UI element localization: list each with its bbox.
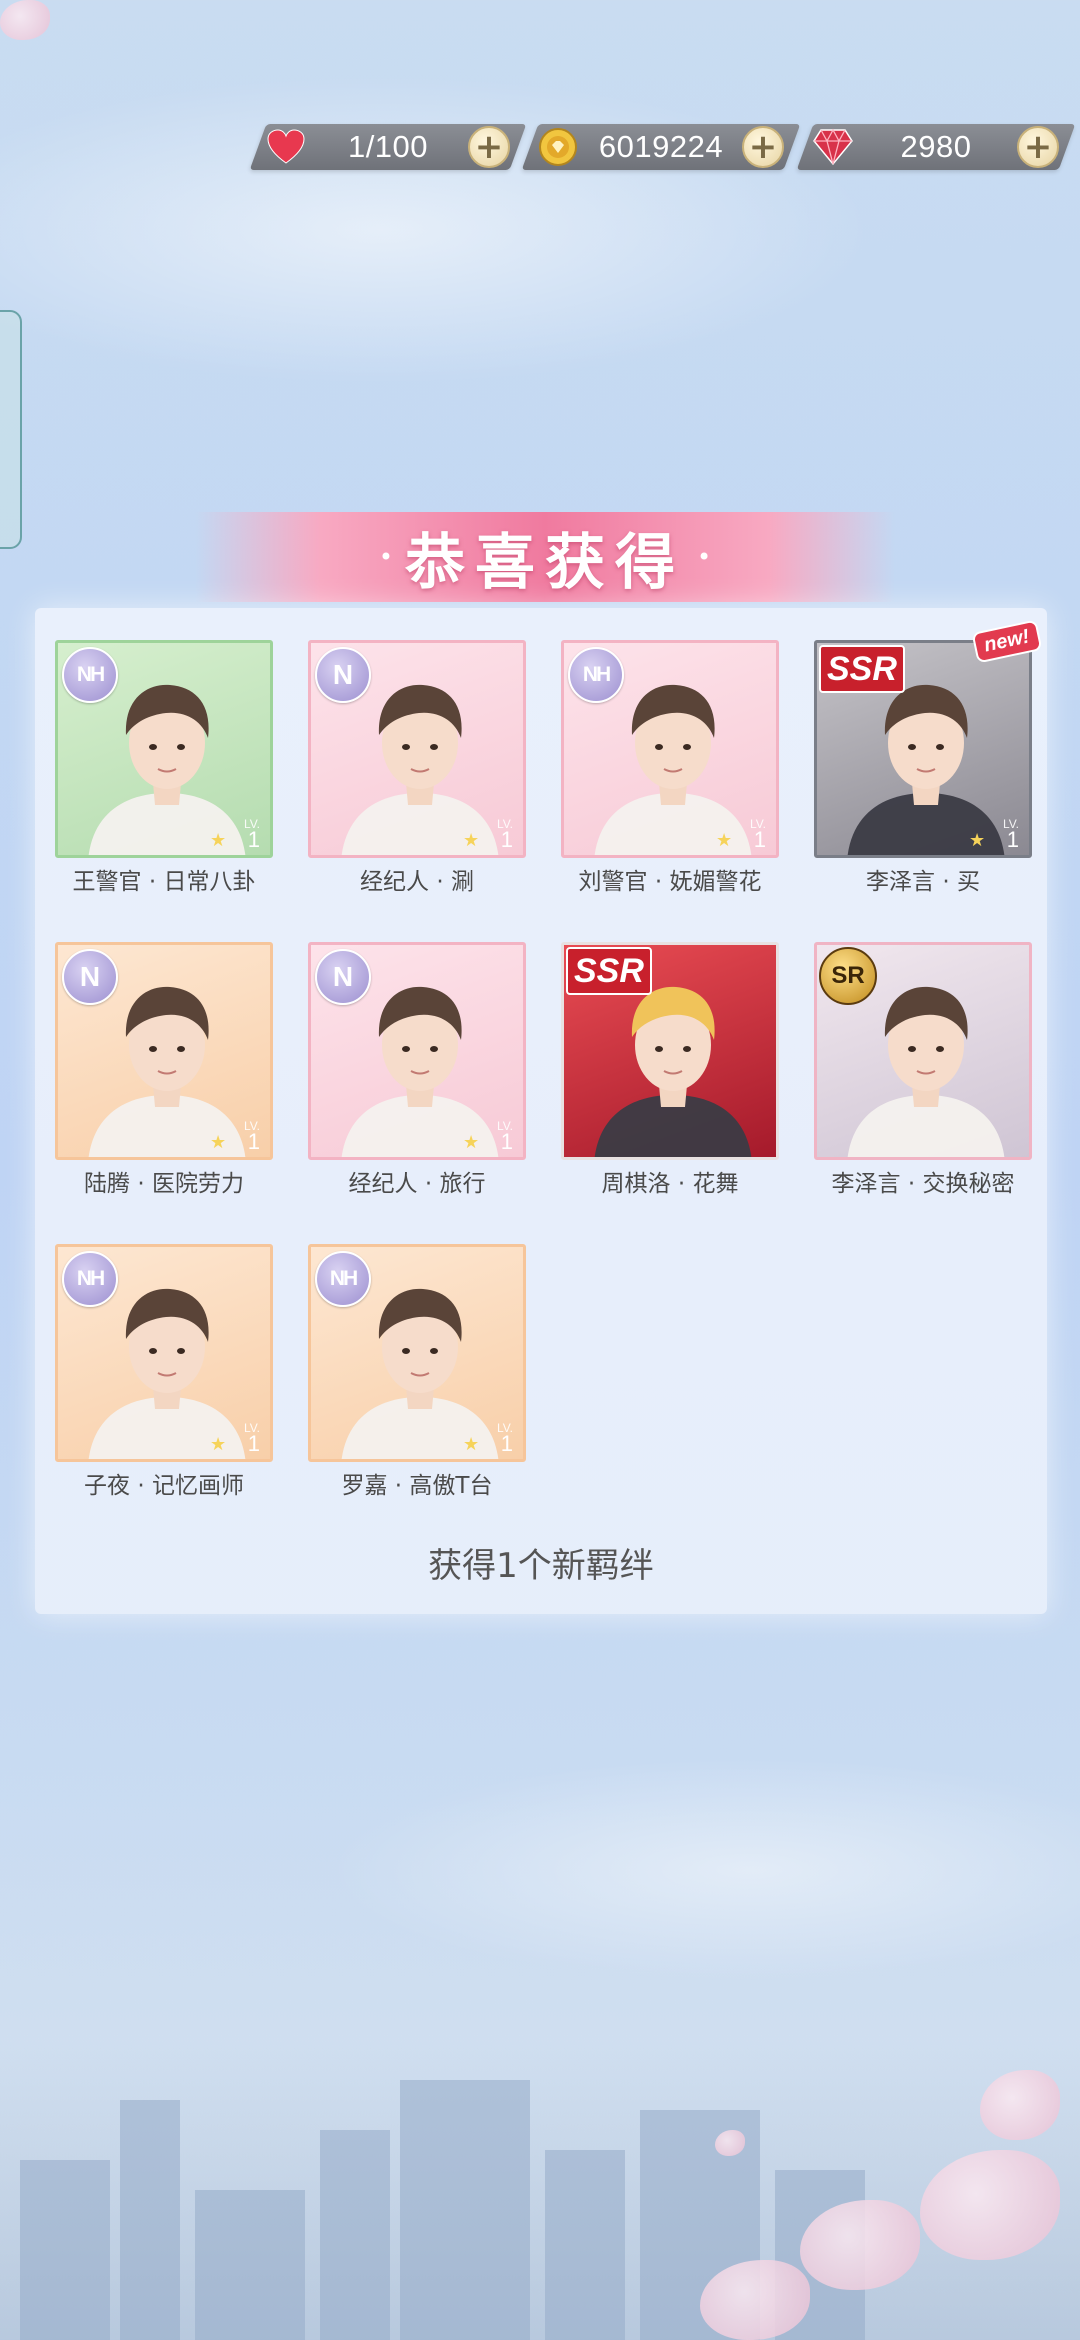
gold-bar: 6019224 + (521, 124, 801, 170)
side-pull-tab[interactable] (0, 310, 22, 549)
star-icon: ★ (210, 1132, 227, 1152)
star-icon: ★ (210, 1434, 227, 1454)
heart-icon (264, 125, 308, 169)
level-indicator: ★ LV. 1 (459, 817, 519, 853)
add-gold-button[interactable]: + (742, 126, 784, 168)
card-portrait: NH ★ LV. 1 (55, 1244, 273, 1462)
gold-coin-icon (536, 125, 580, 169)
level-indicator: ★ LV. 1 (459, 1119, 519, 1155)
rarity-badge-nh: NH (568, 647, 624, 703)
level-value: 1 (247, 827, 260, 852)
card-name: 李泽言 · 交换秘密 (831, 1171, 1015, 1197)
card-portrait: N ★ LV. 1 (55, 942, 273, 1160)
character-card[interactable]: NH ★ LV. 1 子夜 · 记忆画师 (55, 1244, 273, 1500)
card-portrait: NH ★ LV. 1 (308, 1244, 526, 1462)
rarity-badge-n: N (62, 949, 118, 1005)
star-icon: ★ (210, 830, 227, 850)
rarity-badge-nh: NH (315, 1251, 371, 1307)
level-indicator: ★ LV. 1 (206, 817, 266, 853)
card-portrait: N ★ LV. 1 (308, 942, 526, 1160)
level-indicator: ★ LV. 1 (459, 1421, 519, 1457)
new-bond-text: 获得1个新羁绊 (428, 1546, 654, 1586)
card-name: 周棋洛 · 花舞 (601, 1171, 739, 1197)
star-icon: ★ (463, 830, 480, 850)
character-card[interactable]: N ★ LV. 1 经纪人 · 旅行 (308, 942, 526, 1198)
level-indicator: ★ LV. 1 (712, 817, 772, 853)
stamina-value: 1/100 (347, 129, 429, 164)
level-value: 1 (753, 827, 766, 852)
character-card[interactable]: SSR 周棋洛 · 花舞 (561, 942, 779, 1198)
level-value: 1 (500, 827, 513, 852)
rarity-badge-ssr: SSR (819, 645, 905, 693)
card-portrait: SSR (561, 942, 779, 1160)
level-value: 1 (500, 1129, 513, 1154)
stamina-bar: 1/100 + (249, 124, 527, 170)
character-card[interactable]: NH ★ LV. 1 刘警官 · 妩媚警花 (561, 640, 779, 896)
reward-panel: NH ★ LV. 1 王警官 · 日常八卦 N ★ LV. 1 经纪人 · 涮 NH ★ LV. 1 刘警官… (35, 608, 1047, 1614)
character-card[interactable]: SSR ★ LV. 1 new! 李泽言 · 买 (814, 619, 1043, 896)
level-indicator: ★ LV. 1 (206, 1119, 266, 1155)
level-value: 1 (500, 1431, 513, 1456)
card-name: 经纪人 · 旅行 (348, 1171, 486, 1197)
diamond-value: 2980 (900, 129, 972, 164)
card-portrait: NH ★ LV. 1 (55, 640, 273, 858)
city-skyline (0, 2040, 1080, 2340)
banner-title: 恭喜获得 (405, 527, 685, 598)
congrats-banner: • 恭喜获得 • (195, 512, 895, 602)
level-value: 1 (247, 1431, 260, 1456)
level-value: 1 (247, 1129, 260, 1154)
character-card[interactable]: N ★ LV. 1 经纪人 · 涮 (308, 640, 526, 896)
diamond-bar: 2980 + (796, 124, 1076, 170)
card-name: 陆腾 · 医院劳力 (84, 1171, 244, 1197)
character-card[interactable]: N ★ LV. 1 陆腾 · 医院劳力 (55, 942, 273, 1198)
character-card[interactable]: SR 李泽言 · 交换秘密 (814, 942, 1032, 1198)
card-name: 罗嘉 · 高傲T台 (341, 1473, 493, 1499)
card-portrait: N ★ LV. 1 (308, 640, 526, 858)
add-diamond-button[interactable]: + (1017, 126, 1059, 168)
rarity-badge-n: N (315, 647, 371, 703)
banner-dot-right: • (697, 543, 712, 571)
card-name: 子夜 · 记忆画师 (84, 1473, 244, 1499)
card-name: 李泽言 · 买 (866, 869, 980, 895)
star-icon: ★ (969, 830, 986, 850)
banner-dot-left: • (378, 543, 393, 571)
rarity-badge-nh: NH (62, 647, 118, 703)
level-value: 1 (1006, 827, 1019, 852)
level-indicator: ★ LV. 1 (206, 1421, 266, 1457)
card-name: 王警官 · 日常八卦 (72, 869, 256, 895)
card-portrait: SSR ★ LV. 1 (814, 640, 1032, 858)
add-stamina-button[interactable]: + (468, 126, 510, 168)
gold-value: 6019224 (598, 129, 724, 164)
rarity-badge-sr: SR (819, 947, 877, 1005)
star-icon: ★ (716, 830, 733, 850)
level-indicator: ★ LV. 1 (965, 817, 1025, 853)
rarity-badge-ssr: SSR (566, 947, 652, 995)
card-portrait: SR (814, 942, 1032, 1160)
character-card[interactable]: NH ★ LV. 1 王警官 · 日常八卦 (55, 640, 273, 896)
card-name: 经纪人 · 涮 (360, 869, 474, 895)
card-portrait: NH ★ LV. 1 (561, 640, 779, 858)
character-card[interactable]: NH ★ LV. 1 罗嘉 · 高傲T台 (308, 1244, 526, 1500)
card-name: 刘警官 · 妩媚警花 (578, 869, 762, 895)
diamond-icon (811, 125, 855, 169)
rarity-badge-nh: NH (62, 1251, 118, 1307)
star-icon: ★ (463, 1434, 480, 1454)
star-icon: ★ (463, 1132, 480, 1152)
rarity-badge-n: N (315, 949, 371, 1005)
